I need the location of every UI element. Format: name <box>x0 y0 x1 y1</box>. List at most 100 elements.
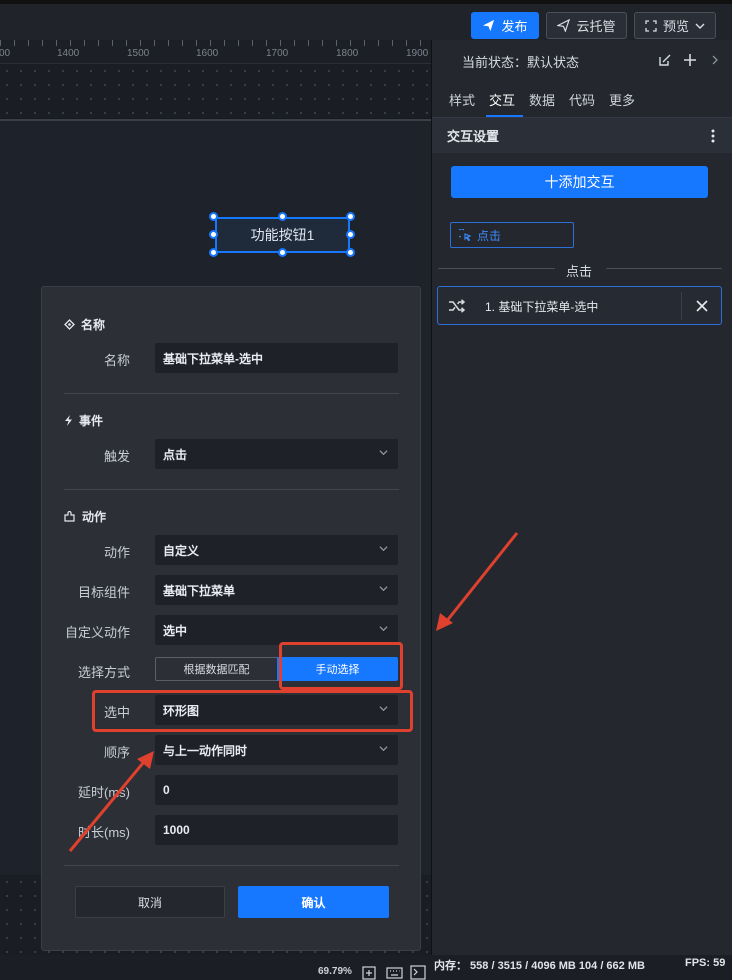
resize-handle[interactable] <box>209 230 218 239</box>
resize-handle[interactable] <box>346 248 355 257</box>
trigger-tag[interactable]: 点击 <box>450 222 574 248</box>
annotation-box-manual-select <box>279 642 403 690</box>
action-value: 自定义 <box>163 543 200 558</box>
tab-style[interactable]: 样式 <box>449 90 475 109</box>
cloud-label: 云托管 <box>576 19 616 34</box>
custom-action-value: 选中 <box>163 623 188 638</box>
resize-handle[interactable] <box>346 230 355 239</box>
duration-label: 时长(ms) <box>78 825 130 840</box>
state-value[interactable]: 默认状态 <box>527 52 579 71</box>
divider <box>64 865 399 866</box>
action-section-title: 动作 <box>82 510 107 524</box>
name-value: 基础下拉菜单-选中 <box>163 351 263 366</box>
memory-usage: 内存： 558 / 3515 / 4096 MB 104 / 662 MB <box>434 960 645 972</box>
publish-button[interactable]: 发布 <box>471 12 539 39</box>
duration-input[interactable]: 1000 <box>155 815 398 845</box>
event-section-title: 事件 <box>79 414 104 428</box>
target-component-label: 目标组件 <box>77 585 130 600</box>
name-section-title: 名称 <box>81 318 106 332</box>
send-outline-icon <box>557 19 571 32</box>
lightning-icon <box>65 415 72 426</box>
name-section-header: 名称 <box>64 316 105 333</box>
fit-screen-icon[interactable] <box>362 966 376 980</box>
trigger-select[interactable]: 点击 <box>155 439 398 469</box>
trigger-label: 触发 <box>103 449 130 464</box>
horizontal-ruler: 00 1400 1500 1600 1700 1800 1900 <box>0 40 431 64</box>
divider-label: 点击 <box>566 264 593 279</box>
edit-icon[interactable] <box>658 53 672 67</box>
name-label: 名称 <box>103 353 130 368</box>
custom-action-select[interactable]: 选中 <box>155 615 398 645</box>
ruler-label: 1900 <box>406 48 429 59</box>
add-interaction-button[interactable]: 十添加交互 <box>451 166 708 198</box>
fps-counter: FPS: 59 <box>685 957 726 969</box>
panel-tabs: 样式 交互 数据 代码 更多 <box>432 82 732 118</box>
interaction-dialog: 名称 名称 基础下拉菜单-选中 事件 触发 点击 动作 动作 自定义 目标组件 … <box>41 286 421 951</box>
target-component-select[interactable]: 基础下拉菜单 <box>155 575 398 605</box>
plus-icon[interactable] <box>683 53 697 67</box>
ruler-label: 1700 <box>266 48 289 59</box>
ruler-label: 00 <box>0 48 11 59</box>
delay-input[interactable]: 0 <box>155 775 398 805</box>
segment-label: 根据数据匹配 <box>183 664 250 676</box>
divider-line <box>438 268 555 269</box>
preview-button[interactable]: 预览 <box>634 12 716 39</box>
terminal-icon[interactable] <box>410 965 426 980</box>
tab-more[interactable]: 更多 <box>609 90 635 109</box>
chevron-right-icon[interactable] <box>711 55 719 65</box>
chevron-down-icon <box>379 626 388 632</box>
confirm-label: 确认 <box>301 895 326 910</box>
divider <box>64 393 399 394</box>
chevron-down-icon <box>379 546 388 552</box>
target-value: 基础下拉菜单 <box>163 583 236 598</box>
state-label: 当前状态： <box>462 54 528 70</box>
send-icon <box>483 19 495 32</box>
tab-interaction[interactable]: 交互 <box>489 90 515 109</box>
event-section-header: 事件 <box>64 412 103 429</box>
divider <box>64 489 399 490</box>
select-mode-label: 选择方式 <box>77 665 130 680</box>
top-toolbar: 发布 云托管 预览 <box>0 0 732 40</box>
keyboard-icon[interactable] <box>386 967 403 979</box>
segment-data-match[interactable]: 根据数据匹配 <box>155 657 277 681</box>
action-list-item[interactable]: 1. 基础下拉菜单-选中 <box>437 286 722 325</box>
property-panel: 当前状态： 默认状态 样式 交互 数据 代码 更多 交互设置 十添加交互 点击 … <box>431 40 732 955</box>
chevron-down-icon <box>379 450 388 456</box>
delay-value: 0 <box>163 783 170 797</box>
resize-handle[interactable] <box>209 212 218 221</box>
cancel-button[interactable]: 取消 <box>75 886 225 918</box>
function-button-label: 功能按钮1 <box>250 227 315 243</box>
chevron-down-icon <box>379 746 388 752</box>
preview-label: 预览 <box>662 19 689 34</box>
trigger-value: 点击 <box>163 447 188 462</box>
tab-code[interactable]: 代码 <box>569 90 595 109</box>
canvas-grid-top <box>0 64 431 118</box>
resize-handle[interactable] <box>278 248 287 257</box>
ruler-ticks <box>0 40 431 46</box>
tab-data[interactable]: 数据 <box>529 90 555 109</box>
close-icon[interactable] <box>696 300 708 312</box>
action-item-label: 1. 基础下拉菜单-选中 <box>485 300 599 314</box>
confirm-button[interactable]: 确认 <box>238 886 389 918</box>
resize-handle[interactable] <box>278 212 287 221</box>
diamond-icon <box>64 319 75 330</box>
name-input[interactable]: 基础下拉菜单-选中 <box>155 343 398 373</box>
section-title: 交互设置 <box>447 129 500 144</box>
order-select[interactable]: 与上一动作同时 <box>155 735 398 765</box>
resize-handle[interactable] <box>346 212 355 221</box>
action-select[interactable]: 自定义 <box>155 535 398 565</box>
annotation-box-selected <box>92 690 413 732</box>
ruler-label: 1600 <box>196 48 219 59</box>
ruler-label: 1800 <box>336 48 359 59</box>
zoom-level[interactable]: 69.79% <box>318 966 352 977</box>
custom-action-label: 自定义动作 <box>64 625 130 640</box>
chevron-down-icon <box>379 586 388 592</box>
interaction-settings-header: 交互设置 <box>432 118 732 153</box>
order-label: 顺序 <box>103 745 130 760</box>
ruler-label: 1500 <box>127 48 150 59</box>
more-vertical-icon[interactable] <box>711 129 715 143</box>
resize-handle[interactable] <box>209 248 218 257</box>
cloud-hosting-button[interactable]: 云托管 <box>546 12 627 39</box>
add-interaction-label: 十添加交互 <box>544 174 615 190</box>
trigger-tag-label: 点击 <box>477 228 502 243</box>
